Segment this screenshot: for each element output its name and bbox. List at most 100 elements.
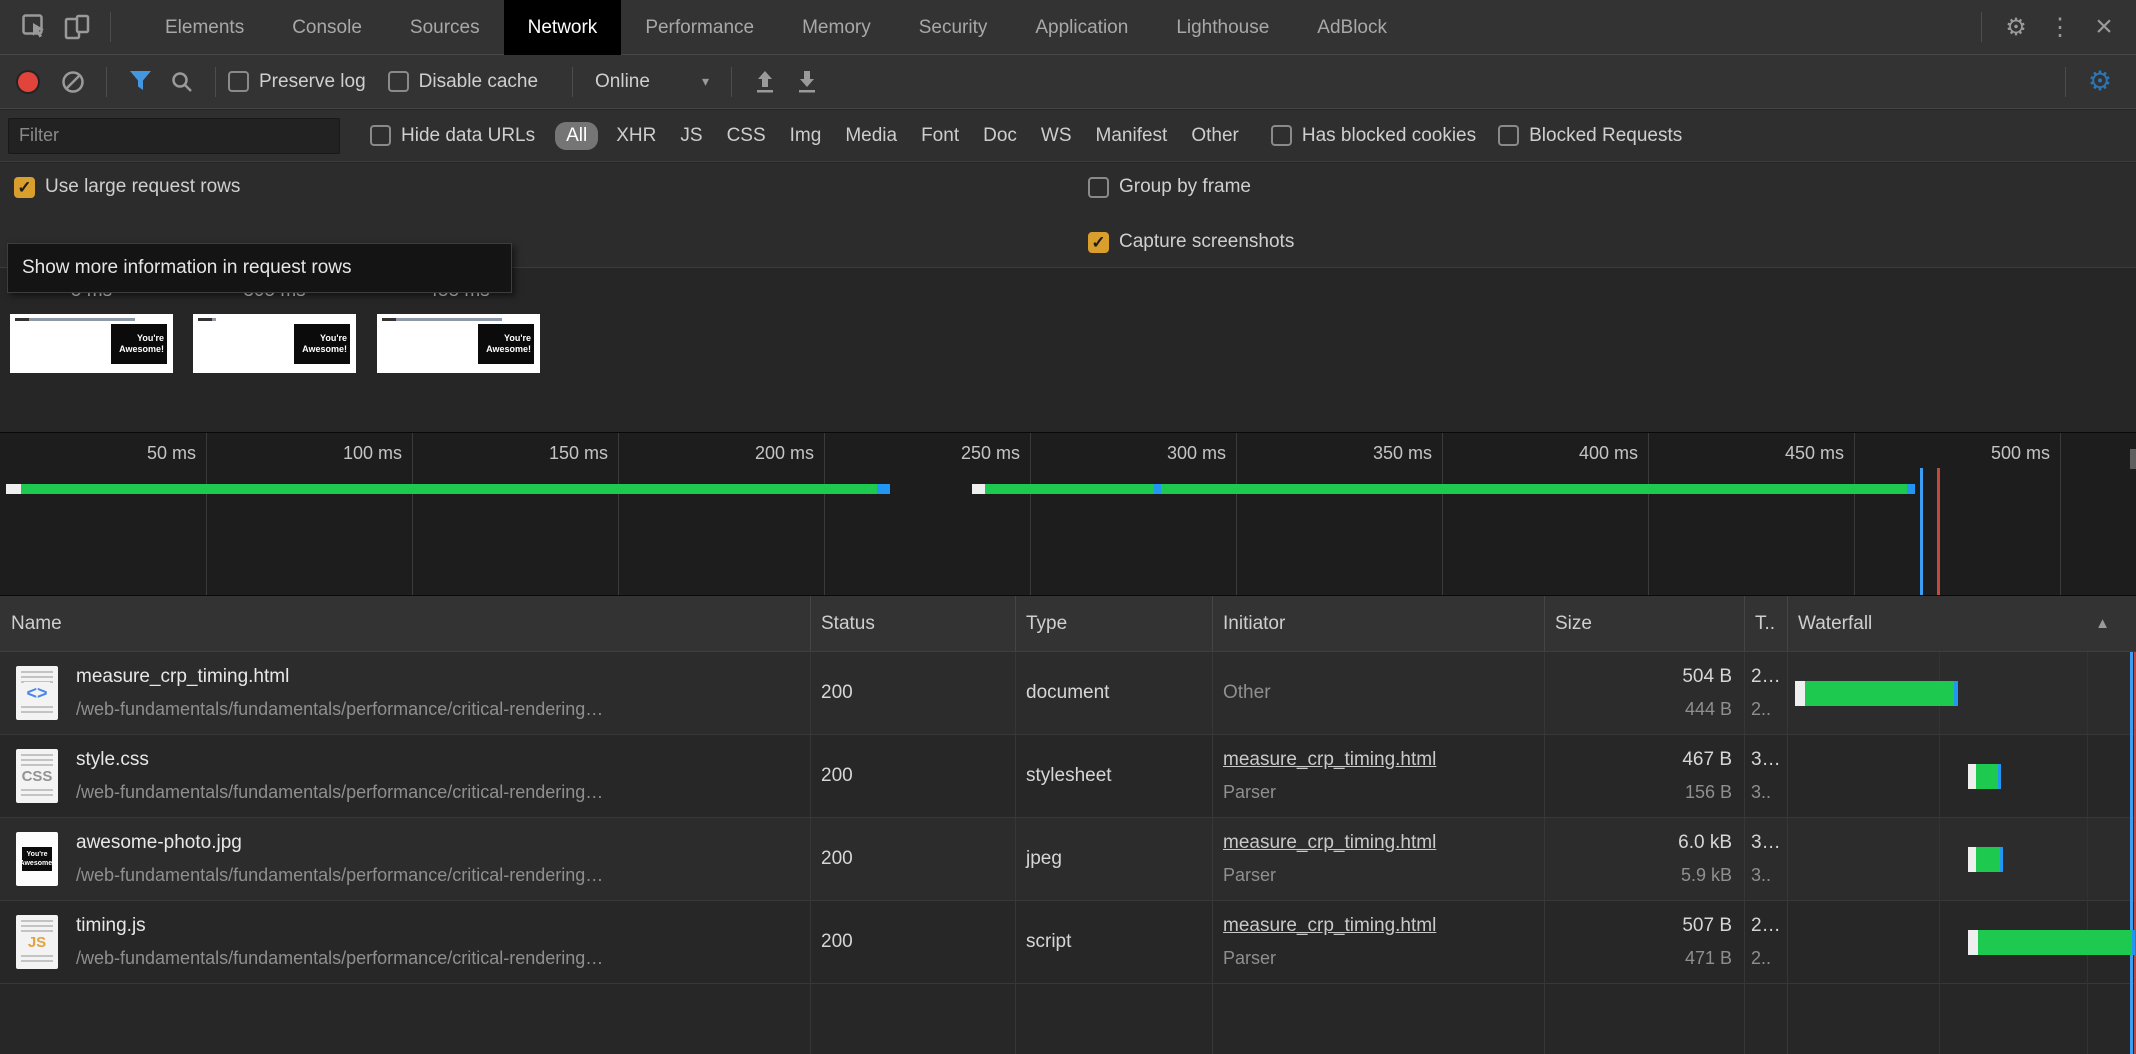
filter-pill-manifest[interactable]: Manifest <box>1096 125 1168 147</box>
capture-screenshots-checkbox[interactable] <box>1088 232 1109 253</box>
request-size-cell: 504 B 444 B <box>1544 652 1744 734</box>
table-row[interactable]: JStiming.js/web-fundamentals/fundamental… <box>0 901 2136 984</box>
settings-icon[interactable]: ⚙ <box>1994 13 2038 42</box>
tab-lighthouse[interactable]: Lighthouse <box>1152 0 1293 55</box>
filter-pill-js[interactable]: JS <box>680 125 702 147</box>
size-value: 6.0 kB <box>1678 832 1732 854</box>
time-value: 2… <box>1751 666 1787 688</box>
filmstrip-frame[interactable]: 488 msYou're Awesome! <box>377 280 540 373</box>
column-divider <box>1212 596 1213 651</box>
close-icon[interactable]: × <box>2082 12 2126 42</box>
filter-input[interactable] <box>8 118 340 154</box>
clear-icon[interactable] <box>52 61 94 103</box>
file-js-icon: JS <box>16 915 58 969</box>
network-overview[interactable]: 50 ms100 ms150 ms200 ms250 ms300 ms350 m… <box>0 432 2136 595</box>
tab-security[interactable]: Security <box>895 0 1012 55</box>
has-blocked-cookies-label: Has blocked cookies <box>1302 125 1476 147</box>
record-icon[interactable] <box>18 72 38 92</box>
disable-cache-checkbox[interactable] <box>388 71 409 92</box>
tab-memory[interactable]: Memory <box>778 0 895 55</box>
request-name-cell: JStiming.js/web-fundamentals/fundamental… <box>0 901 810 983</box>
filter-pill-css[interactable]: CSS <box>727 125 766 147</box>
column-header-type[interactable]: Type <box>1015 596 1212 651</box>
preserve-log-checkbox[interactable] <box>228 71 249 92</box>
hide-data-urls-checkbox[interactable] <box>370 125 391 146</box>
search-icon[interactable] <box>161 61 203 103</box>
column-header-status[interactable]: Status <box>810 596 1015 651</box>
request-name-text: measure_crp_timing.html/web-fundamentals… <box>76 666 603 720</box>
blocked-requests-checkbox[interactable] <box>1498 125 1519 146</box>
size-transferred: 156 B <box>1685 782 1732 803</box>
has-blocked-cookies-checkbox[interactable] <box>1271 125 1292 146</box>
filter-pill-font[interactable]: Font <box>921 125 959 147</box>
file-css-icon: CSS <box>16 749 58 803</box>
request-name: measure_crp_timing.html <box>76 666 603 688</box>
initiator-value: Other <box>1223 682 1544 704</box>
sort-ascending-icon[interactable]: ▲ <box>2095 615 2110 632</box>
timeline-tick-label: 150 ms <box>498 443 608 464</box>
filter-pill-xhr[interactable]: XHR <box>616 125 656 147</box>
table-row[interactable]: <>measure_crp_timing.html/web-fundamenta… <box>0 652 2136 735</box>
column-header-initiator[interactable]: Initiator <box>1212 596 1544 651</box>
filter-icon[interactable] <box>119 61 161 103</box>
size-value: 467 B <box>1682 749 1732 771</box>
filter-pill-other[interactable]: Other <box>1191 125 1239 147</box>
request-type-cell: script <box>1015 901 1212 983</box>
timeline-gridline <box>1030 433 1031 595</box>
size-transferred: 444 B <box>1685 699 1732 720</box>
use-large-rows-checkbox[interactable] <box>14 177 35 198</box>
filter-pill-media[interactable]: Media <box>845 125 897 147</box>
scrollbar-thumb[interactable] <box>2130 449 2136 469</box>
network-settings-gear-icon[interactable]: ⚙ <box>2078 66 2122 97</box>
filmstrip-frame[interactable]: 5 msYou're Awesome! <box>10 280 173 373</box>
overview-request-bar <box>6 484 890 494</box>
more-menu-icon[interactable]: ⋮ <box>2038 13 2082 42</box>
column-header-name[interactable]: Name <box>0 596 810 651</box>
request-size-cell: 6.0 kB5.9 kB <box>1544 818 1744 900</box>
column-header-size[interactable]: Size <box>1544 596 1744 651</box>
initiator-link[interactable]: measure_crp_timing.html <box>1223 832 1436 854</box>
frame-thumbnail: You're Awesome! <box>377 314 540 373</box>
table-row[interactable]: CSSstyle.css/web-fundamentals/fundamenta… <box>0 735 2136 818</box>
preserve-log-label: Preserve log <box>259 71 366 93</box>
size-value: 504 B <box>1682 666 1732 688</box>
tab-adblock[interactable]: AdBlock <box>1293 0 1411 55</box>
filter-pill-all[interactable]: All <box>555 122 598 150</box>
initiator-link[interactable]: measure_crp_timing.html <box>1223 749 1436 771</box>
column-header-waterfall[interactable]: Waterfall <box>1787 596 2136 651</box>
request-name: awesome-photo.jpg <box>76 832 603 854</box>
file-icon-glyph: You're Awesome! <box>22 847 52 871</box>
request-time-cell: 3…3.. <box>1744 818 1787 900</box>
column-header-time[interactable]: T.. <box>1744 596 1787 651</box>
size-value: 507 B <box>1682 915 1732 937</box>
initiator-link[interactable]: measure_crp_timing.html <box>1223 915 1436 937</box>
timeline-gridline <box>824 433 825 595</box>
tab-elements[interactable]: Elements <box>141 0 268 55</box>
import-har-icon[interactable] <box>744 61 786 103</box>
filmstrip-frame[interactable]: 305 msYou're Awesome! <box>193 280 356 373</box>
inspect-element-icon[interactable] <box>14 6 56 48</box>
bar-segment <box>1907 484 1915 494</box>
throttling-dropdown[interactable]: Online ▾ <box>595 71 709 93</box>
device-toolbar-icon[interactable] <box>56 6 98 48</box>
request-time-cell: 3…3.. <box>1744 735 1787 817</box>
filter-pill-img[interactable]: Img <box>790 125 822 147</box>
group-by-frame-option: Group by frame <box>1088 176 1273 198</box>
export-har-icon[interactable] <box>786 61 828 103</box>
frame-thumbnail: You're Awesome! <box>10 314 173 373</box>
request-name-cell: CSSstyle.css/web-fundamentals/fundamenta… <box>0 735 810 817</box>
filter-pill-ws[interactable]: WS <box>1041 125 1072 147</box>
timeline-gridline <box>1854 433 1855 595</box>
request-time-cell: 2…2.. <box>1744 901 1787 983</box>
tab-console[interactable]: Console <box>268 0 386 55</box>
group-by-frame-checkbox[interactable] <box>1088 177 1109 198</box>
tab-sources[interactable]: Sources <box>386 0 504 55</box>
thumbnail-banner: You're Awesome! <box>111 324 167 364</box>
filter-pill-doc[interactable]: Doc <box>983 125 1017 147</box>
tab-network[interactable]: Network <box>504 0 622 55</box>
tab-performance[interactable]: Performance <box>621 0 778 55</box>
table-row[interactable]: You're Awesome!awesome-photo.jpg/web-fun… <box>0 818 2136 901</box>
column-divider <box>1787 652 1788 1054</box>
table-header: Name Status Type Initiator Size T.. Wate… <box>0 595 2136 652</box>
tab-application[interactable]: Application <box>1011 0 1152 55</box>
